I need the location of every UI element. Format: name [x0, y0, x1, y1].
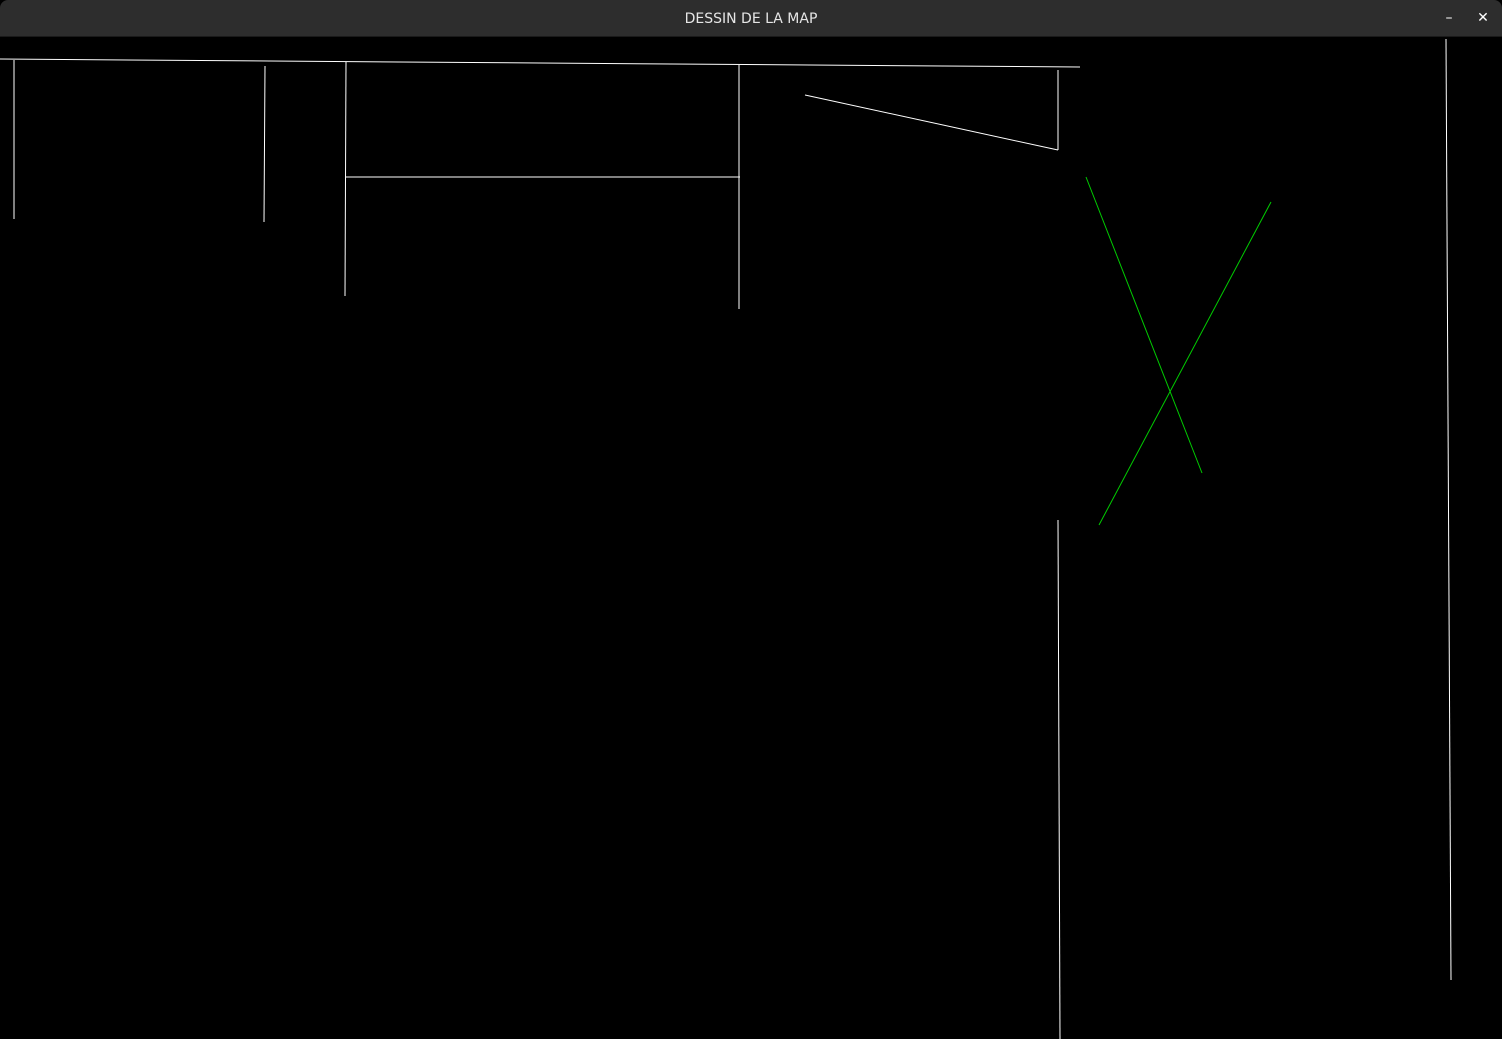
- title-bar[interactable]: DESSIN DE LA MAP – ✕: [0, 0, 1502, 37]
- wall-segment: [344, 61, 347, 297]
- ray-segment: [1098, 201, 1272, 526]
- wall-segment: [1057, 519, 1061, 1039]
- close-icon: ✕: [1477, 10, 1489, 26]
- close-button[interactable]: ✕: [1471, 6, 1495, 30]
- ray-segment: [1085, 176, 1203, 474]
- wall-segment: [804, 94, 1059, 151]
- app-window: DESSIN DE LA MAP – ✕: [0, 0, 1502, 1039]
- minimize-icon: –: [1445, 10, 1453, 26]
- minimize-button[interactable]: –: [1437, 6, 1461, 30]
- wall-segment: [1445, 38, 1452, 981]
- window-title: DESSIN DE LA MAP: [684, 11, 818, 27]
- wall-segment: [263, 65, 266, 223]
- wall-segment: [0, 58, 1081, 68]
- map-drawing: [0, 38, 1452, 1039]
- map-canvas[interactable]: [0, 37, 1502, 1039]
